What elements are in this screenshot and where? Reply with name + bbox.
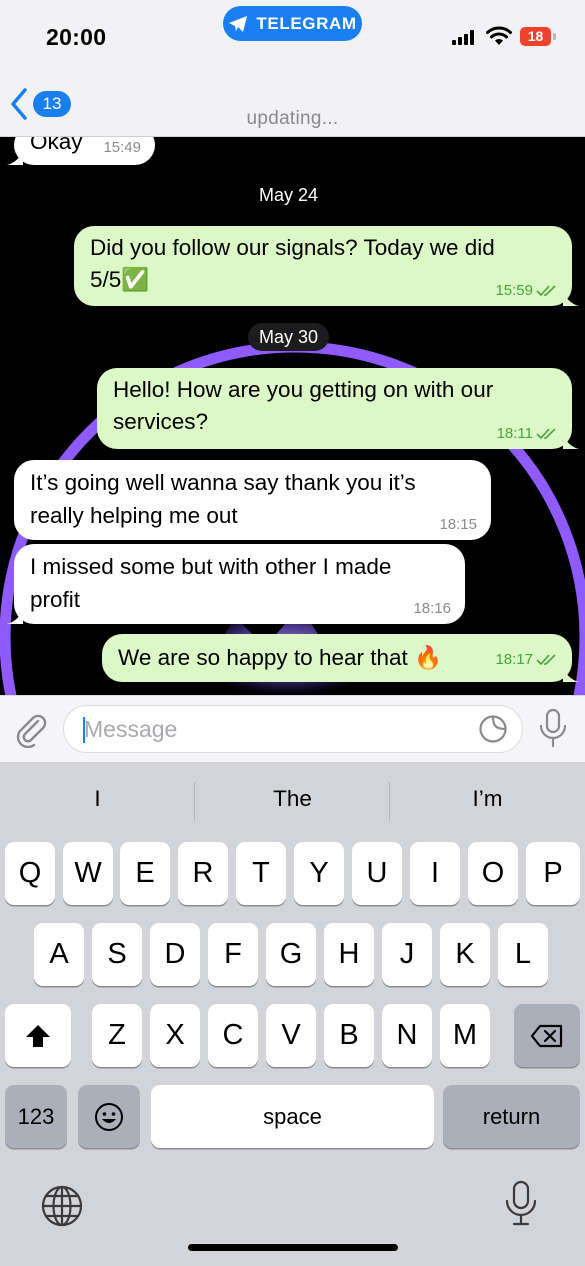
double-check-icon [536,428,556,440]
key-s[interactable]: S [92,923,142,986]
bubble-tail [563,666,579,682]
space-key[interactable]: space [151,1085,434,1148]
key-z[interactable]: Z [92,1004,142,1067]
message-outgoing[interactable]: Hello! How are you getting on with our s… [97,368,579,449]
telegram-plane-icon [229,15,248,32]
key-h[interactable]: H [324,923,374,986]
key-e[interactable]: E [120,842,170,905]
microphone-icon[interactable] [538,708,568,750]
key-l[interactable]: L [498,923,548,986]
status-time: 20:00 [46,24,107,50]
connection-status: updating... [246,108,339,129]
key-k[interactable]: K [440,923,490,986]
backspace-icon [530,1024,563,1047]
suggestion-item[interactable]: I’m [390,786,585,812]
paperclip-icon[interactable] [12,710,50,748]
message-outgoing[interactable]: Did you follow our signals? Today we did… [74,226,579,306]
wifi-icon [486,26,512,45]
bubble-tail [563,290,579,306]
key-d[interactable]: D [150,923,200,986]
battery-tip [553,33,556,40]
key-a[interactable]: A [34,923,84,986]
message-list[interactable]: Okay 15:49 May 24 Did you follow our sig… [0,137,585,695]
key-f[interactable]: F [208,923,258,986]
shift-arrow-icon [26,1024,50,1047]
suggestion-item[interactable]: The [195,786,390,812]
sticker-icon[interactable] [478,714,508,744]
key-p[interactable]: P [526,842,580,905]
message-time: 18:11 [497,425,558,443]
home-indicator[interactable] [188,1244,398,1251]
message-time-label: 18:17 [495,651,533,668]
date-separator: May 30 [248,323,330,351]
message-time: 18:15 [439,516,477,533]
message-time: 18:16 [413,600,451,617]
key-o[interactable]: O [468,842,518,905]
message-text: It’s going well wanna say thank you it’s… [30,470,416,528]
key-t[interactable]: T [236,842,286,905]
double-check-icon [536,654,556,666]
message-time-label: 15:59 [495,282,533,299]
key-y[interactable]: Y [294,842,344,905]
telegram-pill[interactable]: TELEGRAM [223,6,362,41]
key-c[interactable]: C [208,1004,258,1067]
bubble-tail [7,608,23,624]
suggestion-bar: I The I’m [0,762,585,840]
key-q[interactable]: Q [5,842,55,905]
message-incoming[interactable]: It’s going well wanna say thank you it’s… [14,460,491,540]
emoji-icon [95,1102,123,1131]
dictation-mic-icon[interactable] [504,1180,538,1228]
message-text: I missed some but with other I made prof… [30,554,392,612]
message-incoming[interactable]: Okay 15:49 [7,137,155,165]
message-time-label: 18:11 [496,425,533,442]
key-w[interactable]: W [63,842,113,905]
key-j[interactable]: J [382,923,432,986]
message-outgoing[interactable]: We are so happy to hear that 🔥 18:17 [102,634,579,682]
emoji-key[interactable] [78,1085,140,1148]
cellular-signal-icon [452,30,474,45]
key-r[interactable]: R [178,842,228,905]
key-b[interactable]: B [324,1004,374,1067]
text-caret [83,717,85,743]
message-incoming[interactable]: I missed some but with other I made prof… [7,544,465,624]
message-time: 18:17 [495,651,558,669]
suggestion-item[interactable]: I [0,786,195,812]
message-input[interactable] [63,705,523,753]
message-time: 15:49 [103,139,141,156]
key-x[interactable]: X [150,1004,200,1067]
return-key[interactable]: return [443,1085,580,1148]
shift-key[interactable] [5,1004,71,1067]
message-composer [0,695,585,762]
key-n[interactable]: N [382,1004,432,1067]
delete-key[interactable] [514,1004,580,1067]
key-i[interactable]: I [410,842,460,905]
bubble-tail [7,149,23,165]
key-g[interactable]: G [266,923,316,986]
bubble-tail [563,433,579,449]
telegram-pill-label: TELEGRAM [256,13,357,33]
key-u[interactable]: U [352,842,402,905]
double-check-icon [536,285,556,297]
message-time: 15:59 [495,282,558,300]
battery-icon: 18 [520,27,551,46]
numbers-key[interactable]: 123 [5,1085,67,1148]
key-m[interactable]: M [440,1004,490,1067]
chat-header: 13 updating... [0,60,585,137]
key-v[interactable]: V [266,1004,316,1067]
date-separator: May 24 [259,185,319,205]
status-bar: 20:00 TELEGRAM 18 [0,0,585,60]
globe-icon[interactable] [40,1184,84,1228]
